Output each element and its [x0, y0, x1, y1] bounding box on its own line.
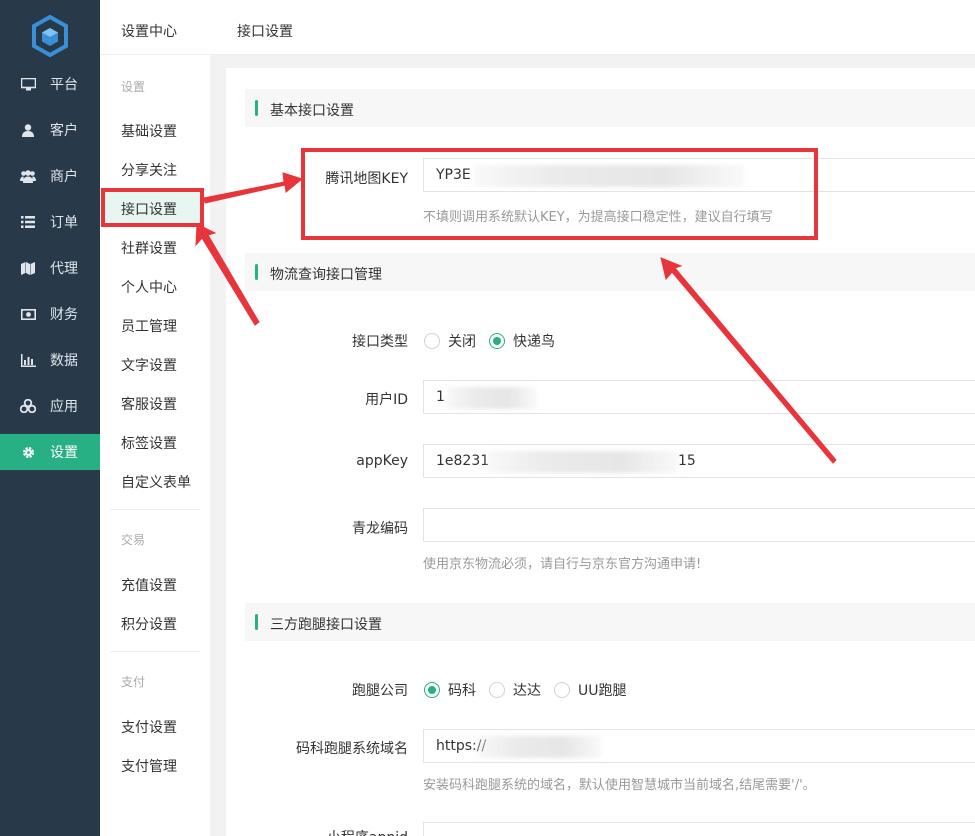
section-title: 三方跑腿接口设置 [270, 617, 382, 633]
nav-item-settings[interactable]: 设置 [0, 434, 100, 470]
list-icon [20, 214, 36, 230]
money-icon [20, 306, 36, 322]
section-accent [255, 614, 258, 630]
radio-close[interactable]: 关闭 [424, 331, 476, 351]
logo-icon [32, 15, 68, 57]
subnav-item-payment-manage[interactable]: 支付管理 [121, 756, 177, 776]
appkey-value-prefix: 1e8231 [436, 453, 490, 469]
divider [110, 651, 200, 652]
qinglong-hint: 使用京东物流必须，请自行与京东官方沟通申请! [423, 557, 702, 572]
appkey-label: appKey [356, 453, 408, 469]
radio-label: 达达 [513, 683, 541, 699]
api-type-label: 接口类型 [352, 334, 408, 350]
radio-label: UU跑腿 [578, 683, 627, 699]
domain-hint: 安装码科跑腿系统的域名，默认使用智慧城市当前域名,结尾需要'/'。 [423, 778, 816, 793]
subnav-item-basic[interactable]: 基础设置 [121, 121, 177, 141]
radio-circle-checked [489, 333, 505, 349]
nav-item-finance[interactable]: 财务 [0, 296, 100, 332]
radio-kdniao[interactable]: 快递鸟 [489, 331, 555, 351]
section-accent [255, 100, 258, 116]
radio-make[interactable]: 码科 [424, 680, 476, 700]
settings-subnav: 设置 基础设置 分享关注 接口设置 社群设置 个人中心 员工管理 文字设置 客服… [100, 55, 210, 836]
subnav-item-profile[interactable]: 个人中心 [121, 277, 177, 297]
subnav-item-recharge[interactable]: 充值设置 [121, 575, 177, 595]
nav-item-data[interactable]: 数据 [0, 342, 100, 378]
appid-label: 小程序appid [208, 827, 408, 836]
user-id-label: 用户ID [365, 392, 408, 408]
subnav-item-points[interactable]: 积分设置 [121, 614, 177, 634]
subnav-group-title: 交易 [121, 533, 146, 547]
subnav-group-title: 设置 [121, 80, 146, 94]
annotation-box-api-menu [101, 188, 204, 227]
domain-input[interactable]: https:// [423, 729, 975, 763]
subnav-item-tags[interactable]: 标签设置 [121, 433, 177, 453]
nav-label: 客户 [50, 123, 78, 139]
qinglong-input[interactable] [423, 508, 975, 542]
redaction [476, 736, 601, 758]
users-icon [20, 168, 36, 184]
section-header-basic: 基本接口设置 [245, 89, 975, 127]
subnav-item-payment-settings[interactable]: 支付设置 [121, 717, 177, 737]
redaction [486, 451, 678, 473]
section-header-errand: 三方跑腿接口设置 [245, 603, 975, 641]
user-icon [20, 122, 36, 138]
radio-circle [424, 333, 440, 349]
nav-label: 设置 [50, 445, 78, 461]
nav-label: 数据 [50, 353, 78, 369]
map-icon [20, 260, 36, 276]
cubes-icon [20, 398, 36, 414]
radio-circle [489, 682, 505, 698]
bar-chart-icon [20, 352, 36, 368]
monitor-icon [20, 76, 36, 92]
nav-item-merchant[interactable]: 商户 [0, 158, 100, 194]
nav-label: 平台 [50, 77, 78, 93]
user-id-input[interactable]: 1 [423, 380, 975, 414]
annotation-box-map-key [301, 148, 818, 240]
subnav-item-custom-form[interactable]: 自定义表单 [121, 472, 191, 492]
appid-input[interactable] [423, 822, 975, 836]
subnav-item-community[interactable]: 社群设置 [121, 238, 177, 258]
appkey-value-suffix: 15 [678, 453, 696, 469]
section-accent [255, 264, 258, 280]
breadcrumb-root[interactable]: 设置中心 [121, 21, 177, 41]
radio-label: 快递鸟 [513, 334, 555, 350]
subnav-item-service[interactable]: 客服设置 [121, 394, 177, 414]
radio-uu[interactable]: UU跑腿 [554, 680, 627, 700]
nav-label: 订单 [50, 215, 78, 231]
nav-label: 应用 [50, 399, 78, 415]
nav-item-agent[interactable]: 代理 [0, 250, 100, 286]
radio-circle [554, 682, 570, 698]
errand-company-label: 跑腿公司 [352, 683, 408, 699]
top-bar: 设置中心 接口设置 [100, 0, 975, 55]
gear-icon [20, 444, 36, 460]
radio-label: 码科 [448, 683, 476, 699]
nav-label: 代理 [50, 261, 78, 277]
radio-label: 关闭 [448, 334, 476, 350]
section-title: 基本接口设置 [270, 103, 354, 119]
qinglong-label: 青龙编码 [352, 521, 408, 537]
radio-dada[interactable]: 达达 [489, 680, 541, 700]
subnav-item-text[interactable]: 文字设置 [121, 355, 177, 375]
nav-item-customer[interactable]: 客户 [0, 112, 100, 148]
divider [110, 509, 200, 510]
main-sidebar: 平台 客户 商户 订单 代理 财务 数据 应用 设置 [0, 0, 100, 836]
breadcrumb-current: 接口设置 [237, 24, 293, 40]
nav-item-apps[interactable]: 应用 [0, 388, 100, 424]
subnav-item-share[interactable]: 分享关注 [121, 160, 177, 180]
domain-label: 码科跑腿系统域名 [296, 741, 408, 757]
logo[interactable] [0, 0, 100, 72]
subnav-item-staff[interactable]: 员工管理 [121, 316, 177, 336]
nav-label: 财务 [50, 307, 78, 323]
nav-item-platform[interactable]: 平台 [0, 66, 100, 102]
subnav-group-title: 支付 [121, 675, 146, 689]
redaction [446, 387, 536, 409]
radio-circle-checked [424, 682, 440, 698]
nav-item-order[interactable]: 订单 [0, 204, 100, 240]
user-id-value: 1 [436, 389, 445, 405]
nav-label: 商户 [50, 169, 78, 185]
section-header-logistics: 物流查询接口管理 [245, 253, 975, 291]
appkey-input[interactable]: 1e8231 15 [423, 444, 975, 478]
section-title: 物流查询接口管理 [270, 267, 382, 283]
